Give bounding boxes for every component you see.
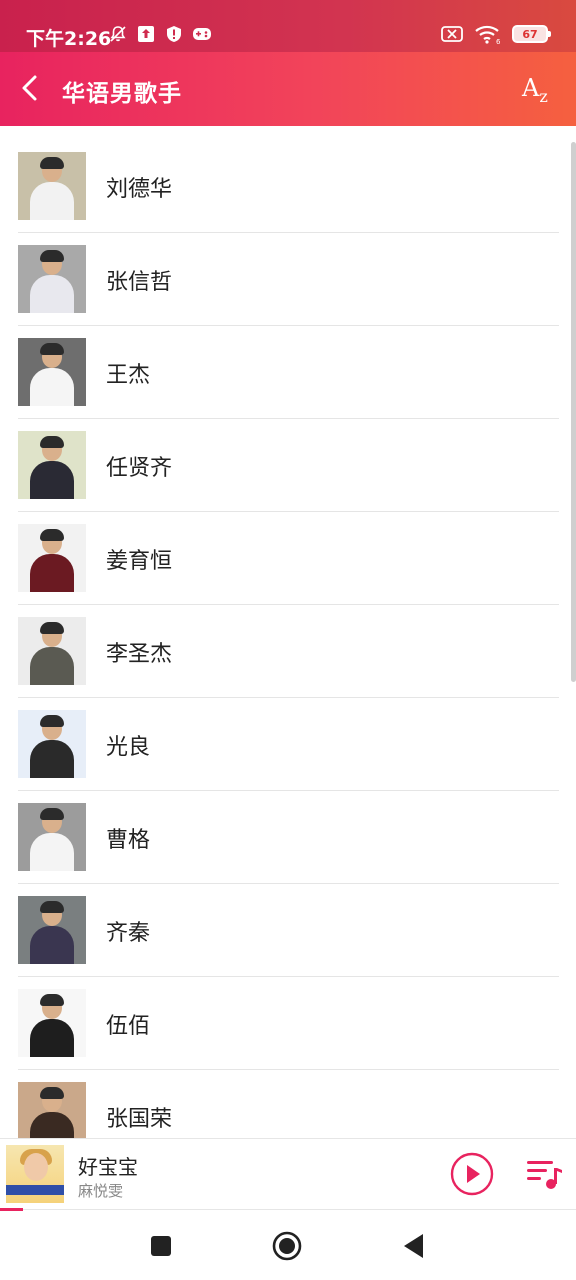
song-artist: 麻悦雯 xyxy=(78,1182,124,1200)
artist-avatar[interactable] xyxy=(18,524,86,592)
app-bar: 华语男歌手 Az xyxy=(0,52,576,126)
artist-name: 张信哲 xyxy=(106,270,173,295)
back-button[interactable] xyxy=(12,70,48,106)
artist-avatar[interactable] xyxy=(18,245,86,313)
sort-az-letter-z: z xyxy=(539,86,548,106)
artist-row[interactable]: 伍佰 xyxy=(18,977,559,1070)
mute-icon xyxy=(108,24,128,44)
song-title: 好宝宝 xyxy=(78,1155,138,1179)
status-time: 下午2:26 xyxy=(26,28,112,50)
artist-name: 曹格 xyxy=(106,828,151,853)
artist-row[interactable]: 王杰 xyxy=(18,326,559,419)
chevron-left-icon xyxy=(22,75,37,101)
wifi-icon: 6 xyxy=(474,24,502,44)
sort-az-button[interactable]: Az xyxy=(522,74,556,106)
play-icon xyxy=(450,1152,494,1196)
artist-list[interactable]: 刘德华张信哲王杰任贤齐姜育恒李圣杰光良曹格齐秦伍佰张国荣 xyxy=(0,126,576,1138)
artist-name: 任贤齐 xyxy=(106,456,173,481)
artist-name: 刘德华 xyxy=(106,177,173,202)
artist-row[interactable]: 张信哲 xyxy=(18,233,559,326)
artist-name: 伍佰 xyxy=(106,1014,151,1039)
artist-name: 齐秦 xyxy=(106,921,151,946)
artist-name: 光良 xyxy=(106,735,151,760)
artist-avatar[interactable] xyxy=(18,431,86,499)
artist-row[interactable]: 光良 xyxy=(18,698,559,791)
header: 下午2:26 6 67 华语男歌手 Az xyxy=(0,0,576,126)
battery-icon: 67 xyxy=(512,25,551,43)
artist-avatar[interactable] xyxy=(18,989,86,1057)
album-cover[interactable] xyxy=(6,1145,64,1203)
status-icons-right: 6 67 xyxy=(440,24,551,44)
back-triangle-icon[interactable] xyxy=(396,1229,430,1263)
artist-name: 王杰 xyxy=(106,363,151,388)
artist-row[interactable]: 曹格 xyxy=(18,791,559,884)
artist-avatar[interactable] xyxy=(18,338,86,406)
artist-avatar[interactable] xyxy=(18,617,86,685)
upload-icon xyxy=(136,24,156,44)
artist-avatar[interactable] xyxy=(18,1082,86,1138)
system-nav-bar xyxy=(0,1211,576,1280)
gamepad-icon xyxy=(192,24,212,44)
artist-name: 姜育恒 xyxy=(106,549,173,574)
sort-az-icon: Az xyxy=(522,74,548,106)
artist-avatar[interactable] xyxy=(18,710,86,778)
artist-name: 李圣杰 xyxy=(106,642,173,667)
status-icons-left xyxy=(108,24,212,44)
playlist-icon xyxy=(527,1161,562,1189)
artist-row[interactable]: 姜育恒 xyxy=(18,512,559,605)
svg-text:6: 6 xyxy=(496,38,501,44)
playlist-button[interactable] xyxy=(525,1156,563,1192)
home-circle-icon[interactable] xyxy=(270,1229,304,1263)
sort-az-letter-a: A xyxy=(522,74,540,102)
artist-avatar[interactable] xyxy=(18,896,86,964)
artist-name: 张国荣 xyxy=(106,1107,173,1132)
artist-avatar[interactable] xyxy=(18,803,86,871)
artist-row[interactable]: 任贤齐 xyxy=(18,419,559,512)
artist-avatar[interactable] xyxy=(18,152,86,220)
sim-error-icon xyxy=(440,24,464,44)
mini-player[interactable]: 好宝宝 麻悦雯 xyxy=(0,1138,576,1210)
shield-alert-icon xyxy=(164,24,184,44)
artist-row[interactable]: 李圣杰 xyxy=(18,605,559,698)
page-title: 华语男歌手 xyxy=(62,81,182,107)
artist-row[interactable]: 齐秦 xyxy=(18,884,559,977)
play-button[interactable] xyxy=(450,1152,494,1196)
status-bar: 下午2:26 6 67 xyxy=(0,0,576,52)
artist-row[interactable]: 张国荣 xyxy=(18,1070,559,1138)
scrollbar[interactable] xyxy=(571,142,576,682)
recents-square-icon[interactable] xyxy=(144,1229,178,1263)
artist-row[interactable]: 刘德华 xyxy=(18,140,559,233)
